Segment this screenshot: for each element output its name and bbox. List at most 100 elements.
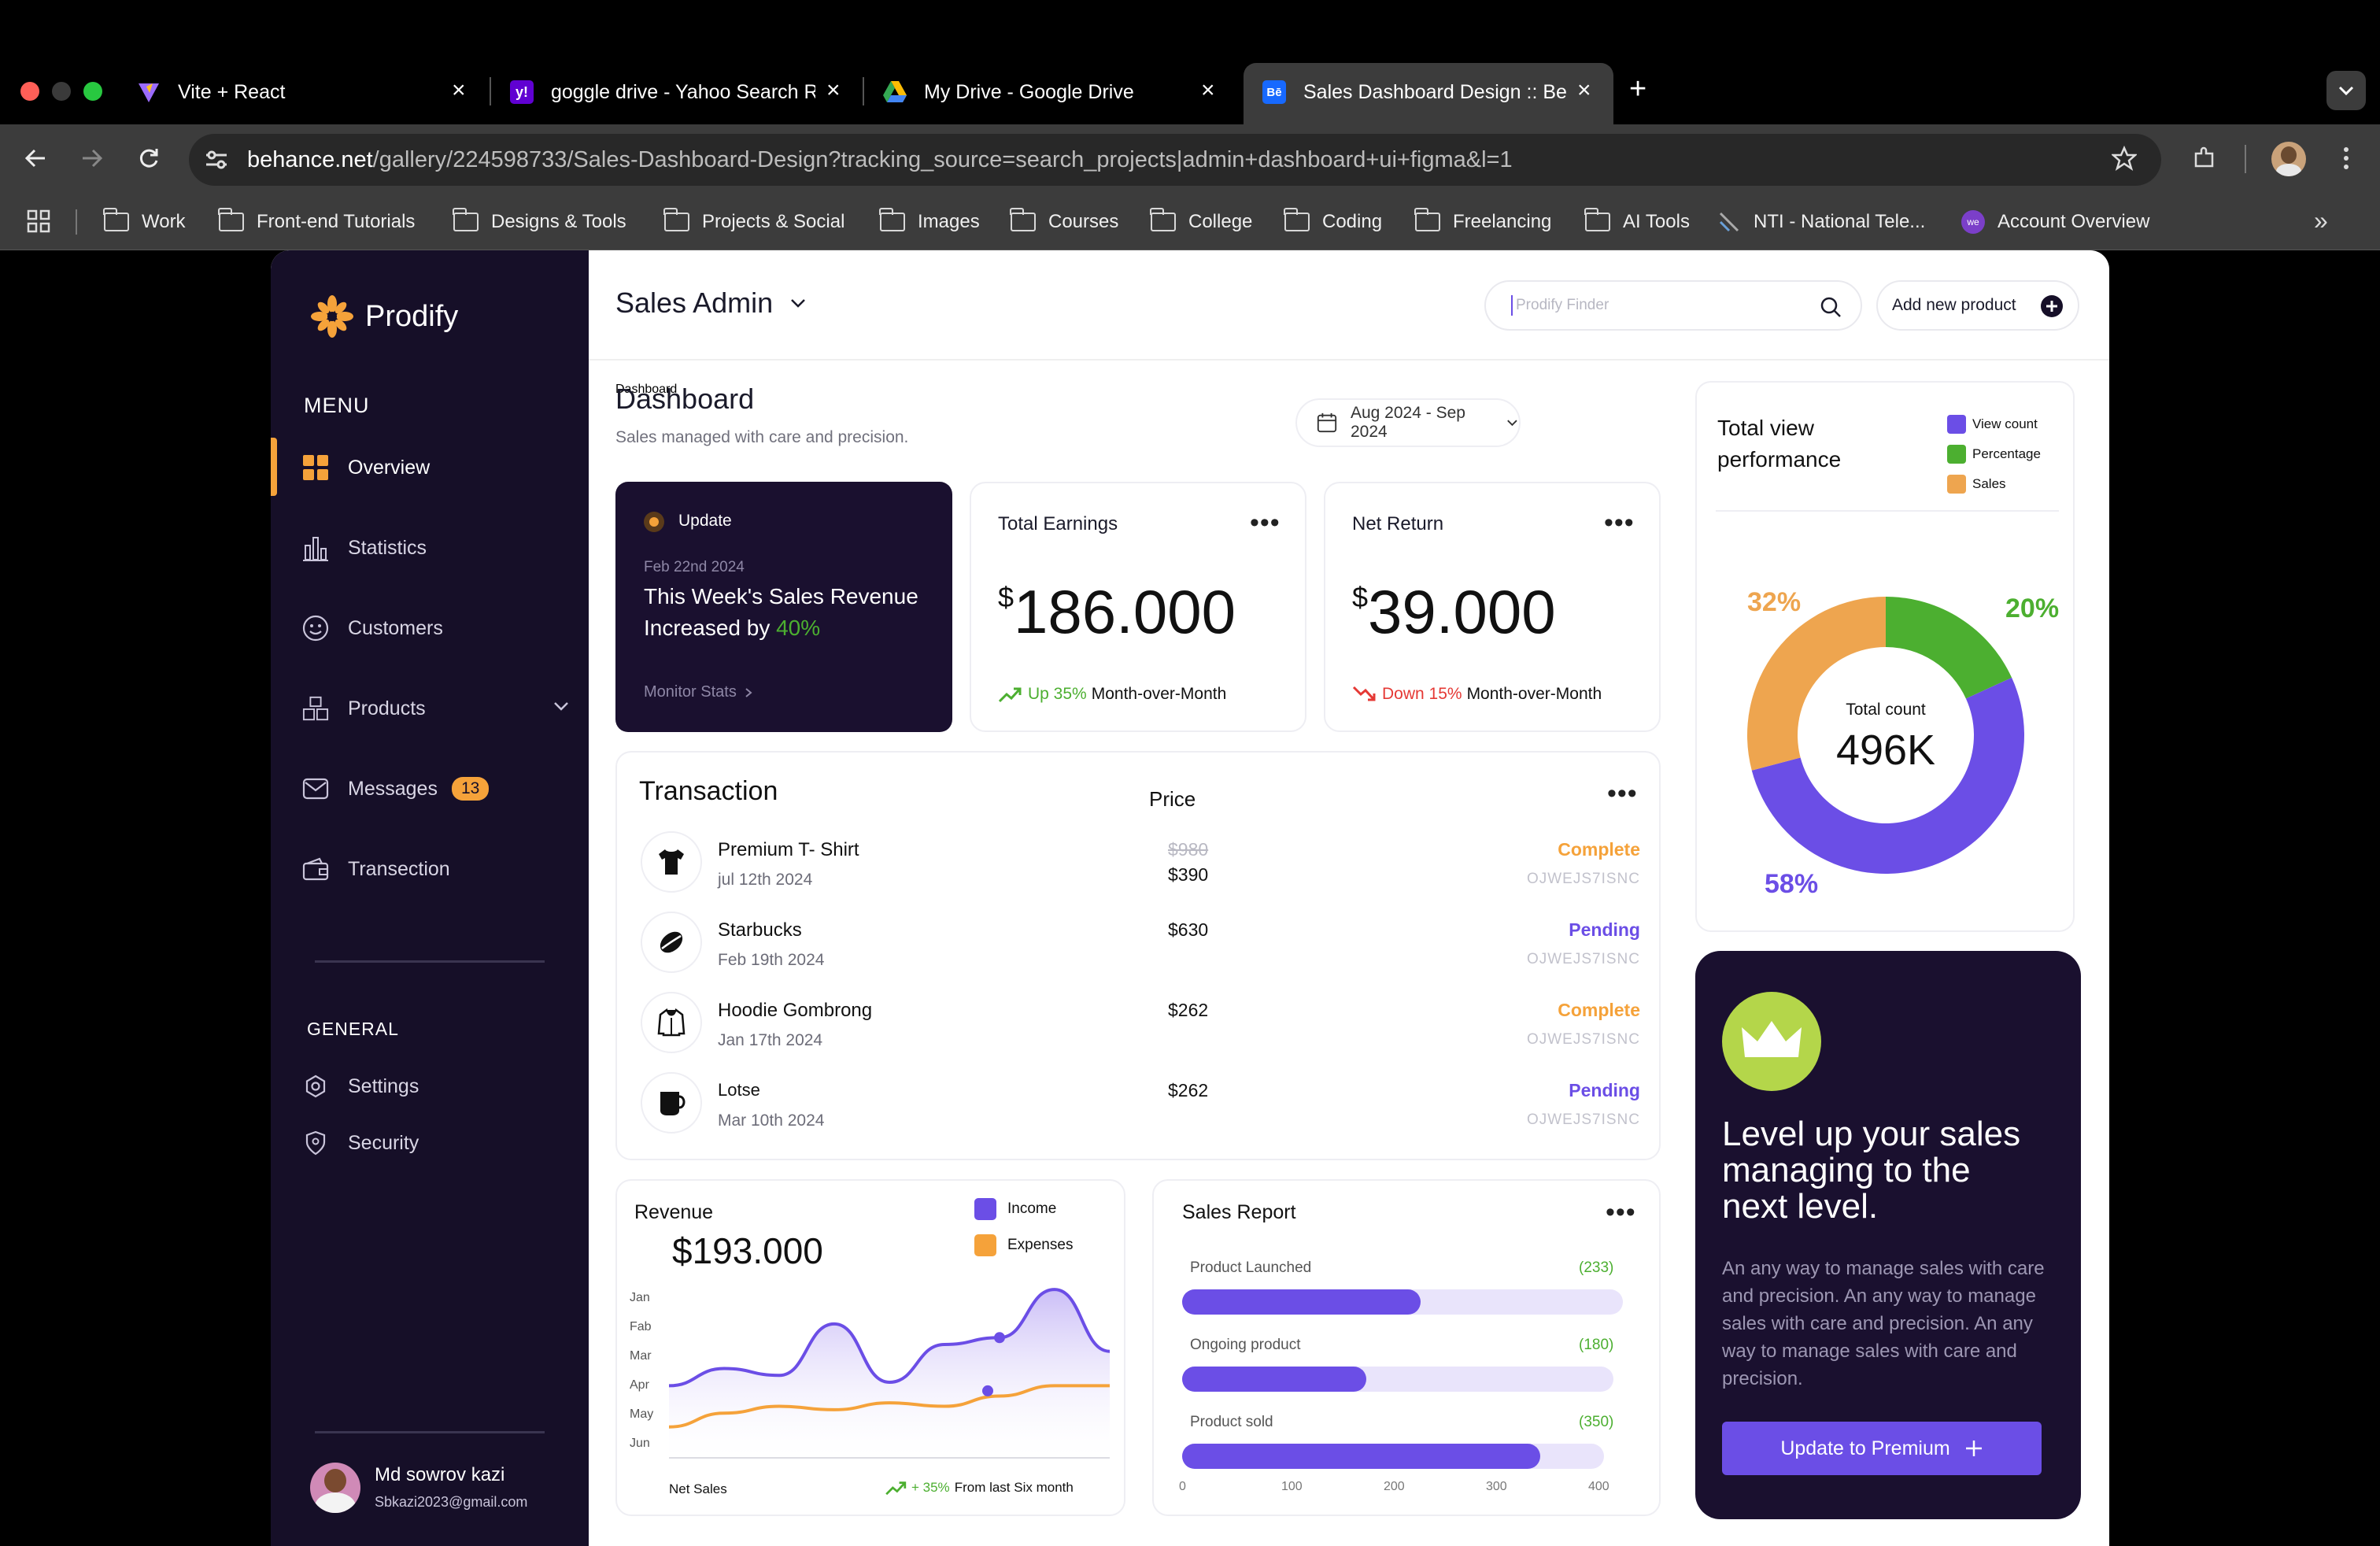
site-info-icon[interactable] — [197, 140, 236, 179]
tab-search-button[interactable] — [2326, 71, 2366, 110]
sidebar-item-security[interactable]: Security — [302, 1119, 570, 1167]
maximize-window-button[interactable] — [83, 82, 102, 101]
more-options-icon[interactable]: ••• — [1606, 1199, 1636, 1226]
chevron-right-icon — [745, 687, 752, 697]
tab-vite[interactable]: Vite + React × — [118, 66, 488, 118]
back-icon[interactable] — [16, 139, 55, 178]
brand-logo[interactable]: Prodify — [310, 294, 458, 338]
close-tab-icon[interactable]: × — [1201, 77, 1215, 104]
browser-menu-icon[interactable] — [2326, 139, 2366, 178]
bookmark-label: Work — [142, 211, 186, 232]
net-return-value: $39.000 — [1352, 576, 1556, 648]
revenue-title: Revenue — [634, 1201, 714, 1223]
extensions-icon[interactable] — [2185, 139, 2224, 178]
change-percent: Down 15% — [1382, 685, 1462, 703]
sidebar-item-settings[interactable]: Settings — [302, 1063, 570, 1110]
promo-headline-2: managing to the — [1722, 1151, 1971, 1189]
table-row[interactable]: Starbucks Feb 19th 2024 $630 Pending OJW… — [617, 912, 1662, 990]
close-tab-icon[interactable]: × — [1577, 77, 1591, 104]
bar-fill[interactable] — [1182, 1367, 1366, 1392]
statistics-icon — [302, 534, 329, 561]
more-options-icon[interactable]: ••• — [1250, 509, 1281, 536]
dashboard-app: Prodify MENU Overview Statistics Custome… — [271, 250, 2109, 1546]
earnings-value: $186.000 — [998, 576, 1236, 648]
bookmark-frontend-tutorials[interactable]: Front-end Tutorials — [218, 208, 415, 236]
address-bar[interactable]: behance.net/gallery/224598733/Sales-Dash… — [189, 134, 2161, 186]
bookmark-college[interactable]: College — [1150, 208, 1252, 236]
axis-tick-label: 0 — [1179, 1480, 1186, 1493]
donut-slice-percentage[interactable] — [1886, 597, 2012, 699]
bookmark-designs-tools[interactable]: Designs & Tools — [453, 208, 626, 236]
new-tab-button[interactable]: + — [1629, 72, 1646, 106]
sidebar-item-transection[interactable]: Transection — [302, 845, 570, 893]
add-new-product-button[interactable]: Add new product — [1876, 280, 2079, 331]
reload-icon[interactable] — [129, 139, 168, 178]
update-tag: Update — [678, 512, 732, 530]
tab-google-drive[interactable]: My Drive - Google Drive × — [864, 66, 1234, 118]
profile-avatar[interactable] — [2271, 142, 2306, 176]
more-options-icon[interactable]: ••• — [1607, 780, 1638, 807]
income-point[interactable] — [994, 1332, 1005, 1344]
bookmark-label: Projects & Social — [702, 211, 845, 232]
revenue-month-label: Fab — [630, 1320, 652, 1333]
transaction-price: $390 — [1168, 864, 1209, 885]
dashboard-heading: Dashboard — [615, 383, 755, 415]
sidebar-item-label: Overview — [348, 456, 431, 479]
donut-label-sales: 32% — [1747, 587, 1802, 617]
minimize-window-button[interactable] — [52, 82, 71, 101]
more-options-icon[interactable]: ••• — [1604, 509, 1635, 536]
donut-label-views: 58% — [1765, 869, 1819, 899]
search-input[interactable]: Prodify Finder — [1484, 280, 1862, 331]
table-row[interactable]: Hoodie Gombrong Jan 17th 2024 $262 Compl… — [617, 992, 1662, 1071]
bookmark-projects-social[interactable]: Projects & Social — [663, 208, 845, 236]
bookmark-coding[interactable]: Coding — [1284, 208, 1382, 236]
tab-yahoo[interactable]: y! goggle drive - Yahoo Search R × — [491, 66, 861, 118]
sidebar-item-messages[interactable]: Messages 13 — [302, 765, 570, 812]
bookmark-images[interactable]: Images — [879, 208, 980, 236]
close-tab-icon[interactable]: × — [452, 77, 466, 104]
revenue-value: $193.000 — [672, 1230, 823, 1271]
bookmark-star-icon[interactable] — [2105, 139, 2144, 178]
tab-behance[interactable]: Bē Sales Dashboard Design :: Be × — [1244, 66, 1613, 118]
bookmark-courses[interactable]: Courses — [1010, 208, 1118, 236]
expenses-point[interactable] — [982, 1385, 993, 1396]
sidebar-item-products[interactable]: Products — [302, 685, 570, 732]
transaction-name: Starbucks — [718, 919, 802, 941]
folder-icon — [1284, 208, 1310, 231]
sidebar-item-overview[interactable]: Overview — [302, 444, 570, 491]
apps-grid-icon[interactable] — [27, 209, 50, 237]
update-to-premium-button[interactable]: Update to Premium — [1722, 1422, 2042, 1475]
earnings-amount: 186.000 — [1014, 577, 1236, 646]
sidebar-item-statistics[interactable]: Statistics — [302, 524, 570, 571]
sidebar-item-customers[interactable]: Customers — [302, 605, 570, 652]
bar-fill[interactable] — [1182, 1289, 1421, 1315]
forward-icon[interactable] — [72, 139, 112, 178]
update-dot-icon — [644, 512, 664, 532]
calendar-icon — [1317, 412, 1337, 433]
date-range-picker[interactable]: Aug 2024 - Sep 2024 — [1295, 398, 1521, 447]
sidebar-item-label: Statistics — [348, 536, 427, 559]
chevron-down-icon[interactable] — [552, 701, 570, 712]
top-bar: Sales Admin Prodify Finder Add new produ… — [589, 250, 2109, 361]
bookmark-nti[interactable]: NTI - National Tele... — [1717, 208, 1925, 236]
bookmark-account-overview[interactable]: we Account Overview — [1961, 208, 2149, 236]
bar-fill[interactable] — [1182, 1444, 1540, 1469]
close-tab-icon[interactable]: × — [826, 77, 841, 104]
prodify-flower-icon — [311, 295, 353, 338]
bookmark-freelancing[interactable]: Freelancing — [1414, 208, 1551, 236]
vite-icon — [137, 80, 161, 104]
bookmark-ai-tools[interactable]: AI Tools — [1584, 208, 1690, 236]
transaction-name: Hoodie Gombrong — [718, 1000, 873, 1021]
user-avatar[interactable] — [310, 1463, 360, 1513]
workspace-switcher[interactable]: Sales Admin — [615, 287, 808, 320]
table-row[interactable]: Lotse Mar 10th 2024 $262 Pending OJWEJS7… — [617, 1072, 1662, 1151]
monitor-stats-link[interactable]: Monitor Stats — [644, 683, 752, 701]
donut-label-percentage: 20% — [2005, 594, 2060, 623]
bookmark-separator — [76, 209, 77, 235]
more-bookmarks-icon[interactable]: » — [2314, 206, 2328, 235]
bookmark-work[interactable]: Work — [103, 208, 186, 236]
close-window-button[interactable] — [20, 82, 39, 101]
premium-button-label: Update to Premium — [1780, 1437, 1950, 1459]
table-row[interactable]: Premium T- Shirt jul 12th 2024 $980 $390… — [617, 831, 1662, 910]
search-icon[interactable] — [1820, 296, 1842, 318]
